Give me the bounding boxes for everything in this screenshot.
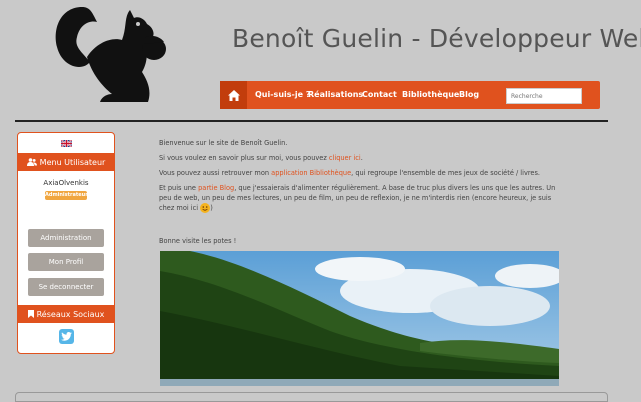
my-profile-button[interactable]: Mon Profil	[28, 253, 104, 271]
nav-item-realisations[interactable]: Réalisations	[308, 81, 363, 109]
user-menu-title: Menu Utilisateur	[39, 157, 106, 167]
landscape-image	[160, 251, 559, 386]
user-menu-header: Menu Utilisateur	[18, 153, 114, 171]
blog-link[interactable]: partie Blog	[198, 184, 234, 192]
library-prefix: Vous pouvez aussi retrouver mon	[159, 169, 272, 177]
footer-bar	[15, 392, 608, 402]
header-divider	[15, 120, 608, 122]
nav-item-blog[interactable]: Blog	[459, 81, 479, 109]
library-suffix: , qui regroupe l'ensemble de mes jeux de…	[351, 169, 541, 177]
nav-item-bibliotheque[interactable]: Bibliothèque	[402, 81, 459, 109]
about-link[interactable]: cliquer ici	[329, 154, 361, 162]
users-icon	[26, 158, 37, 166]
nav-home-button[interactable]	[220, 81, 247, 109]
twitter-icon[interactable]	[59, 329, 74, 344]
goodbye-text: Bonne visite les potes !	[159, 237, 237, 245]
search-input[interactable]	[506, 88, 582, 104]
library-paragraph: Vous pouvez aussi retrouver mon applicat…	[159, 168, 540, 178]
logout-button[interactable]: Se deconnecter	[28, 278, 104, 296]
role-badge: Administrateur	[45, 191, 88, 200]
administration-button[interactable]: Administration	[28, 229, 104, 247]
home-icon	[227, 89, 240, 101]
blog-prefix: Et puis une	[159, 184, 199, 192]
nav-item-contact[interactable]: Contact	[362, 81, 397, 109]
library-link[interactable]: application Bibliothèque	[271, 169, 351, 177]
site-title: Benoît Guelin - Développeur Web	[232, 24, 641, 53]
blog-end: )	[210, 204, 213, 212]
nav-item-qui-suis-je[interactable]: Qui-suis-je ?	[255, 81, 310, 109]
blog-paragraph: Et puis une partie Blog, que j'essaierai…	[159, 183, 559, 213]
uk-flag-icon[interactable]	[61, 140, 72, 147]
social-networks-title: Réseaux Sociaux	[36, 309, 105, 319]
squirrel-logo-icon	[55, 7, 166, 102]
more-suffix: .	[360, 154, 363, 162]
welcome-text: Bienvenue sur le site de Benoît Guelin.	[159, 139, 288, 147]
sidebar: Menu Utilisateur AxiaOlvenkis Administra…	[17, 132, 115, 354]
bookmark-icon	[27, 310, 34, 318]
username: AxiaOlvenkis	[43, 179, 89, 187]
social-networks-header: Réseaux Sociaux	[18, 305, 114, 323]
more-about-paragraph: Si vous voulez en savoir plus sur moi, v…	[159, 153, 363, 163]
more-prefix: Si vous voulez en savoir plus sur moi, v…	[159, 154, 329, 162]
smiley-icon	[200, 203, 211, 213]
